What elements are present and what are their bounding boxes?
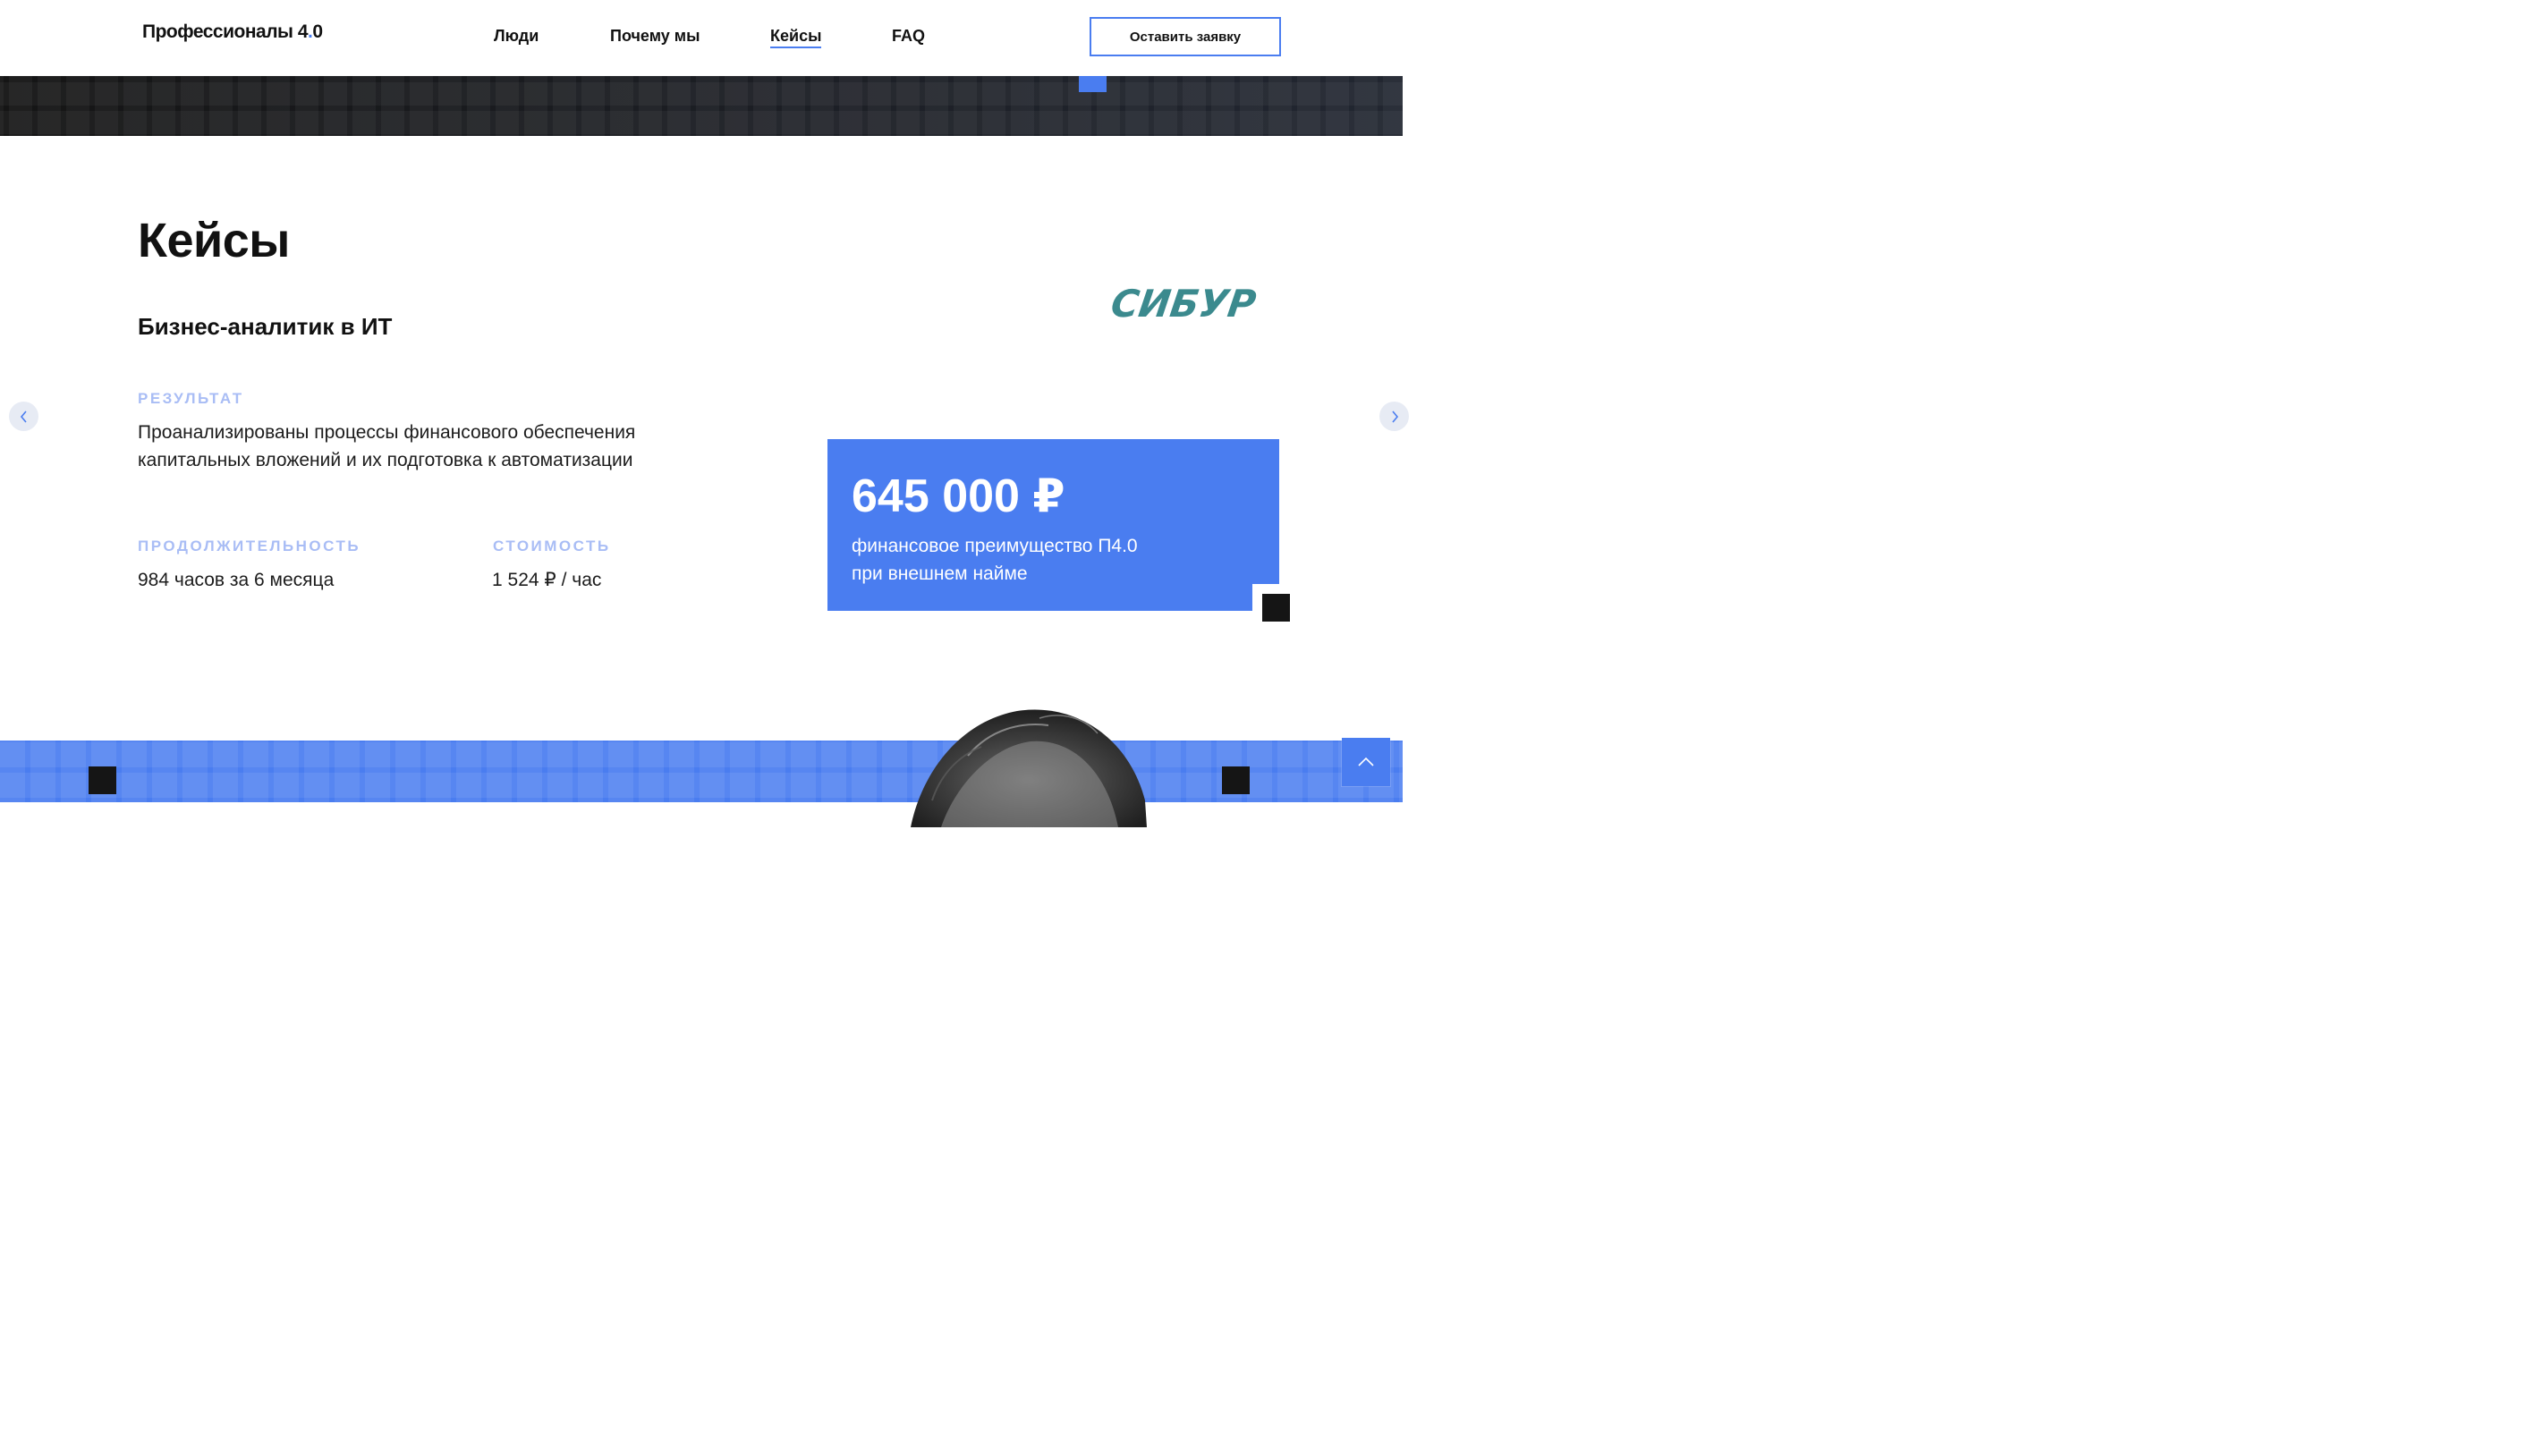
decorative-dark-band <box>0 76 1403 136</box>
case-title: Бизнес-аналитик в ИТ <box>138 313 393 340</box>
logo-text: Профессионалы 4 <box>142 21 309 42</box>
nav-link-cases[interactable]: Кейсы <box>770 27 822 48</box>
cost-value: 1 524 ₽ / час <box>492 570 602 590</box>
sibur-logo-text: СИБУР <box>1108 284 1259 320</box>
logo-tail: 0 <box>312 21 323 42</box>
person-photo <box>905 702 1147 827</box>
savings-amount: 645 000 ₽ <box>852 470 1065 522</box>
decorative-black-square <box>1262 594 1290 622</box>
section-title: Кейсы <box>138 214 290 267</box>
site-header: Профессионалы 4.0 Люди Почему мы Кейсы F… <box>0 0 1403 76</box>
sibur-logo: СИБУР <box>1101 282 1264 326</box>
nav-link-faq[interactable]: FAQ <box>892 27 925 46</box>
decorative-black-square <box>89 766 116 794</box>
person-photo-graphic <box>911 709 1147 827</box>
slider-prev-button[interactable] <box>9 402 38 431</box>
result-label: РЕЗУЛЬТАТ <box>138 390 244 407</box>
decorative-black-square <box>1222 766 1250 794</box>
result-line-2: капитальных вложений и их подготовка к а… <box>138 450 633 470</box>
savings-desc-line-2: при внешнем найме <box>852 563 1028 584</box>
savings-description: финансовое преимущество П4.0 при внешнем… <box>852 532 1227 588</box>
slider-next-button[interactable] <box>1379 402 1409 431</box>
savings-desc-line-1: финансовое преимущество П4.0 <box>852 536 1138 556</box>
duration-label: ПРОДОЛЖИТЕЛЬНОСТЬ <box>138 538 361 554</box>
chevron-right-icon <box>1391 410 1398 423</box>
scroll-to-top-button[interactable] <box>1342 738 1390 786</box>
result-line-1: Проанализированы процессы финансового об… <box>138 422 636 443</box>
nav-link-why-us[interactable]: Почему мы <box>610 27 700 46</box>
sibur-logo-graphic: СИБУР <box>1108 282 1259 326</box>
chevron-left-icon <box>20 410 27 423</box>
decorative-blue-square <box>1079 76 1107 92</box>
result-text: Проанализированы процессы финансового об… <box>138 419 635 474</box>
duration-value: 984 часов за 6 месяца <box>138 570 335 590</box>
savings-card: 645 000 ₽ финансовое преимущество П4.0 п… <box>827 439 1279 611</box>
chevron-up-icon <box>1358 757 1374 766</box>
cost-label: СТОИМОСТЬ <box>493 538 611 554</box>
decorative-blue-band <box>0 741 1403 802</box>
submit-request-button[interactable]: Оставить заявку <box>1090 17 1281 56</box>
brand-logo[interactable]: Профессионалы 4.0 <box>142 21 323 43</box>
nav-link-people[interactable]: Люди <box>494 27 539 46</box>
